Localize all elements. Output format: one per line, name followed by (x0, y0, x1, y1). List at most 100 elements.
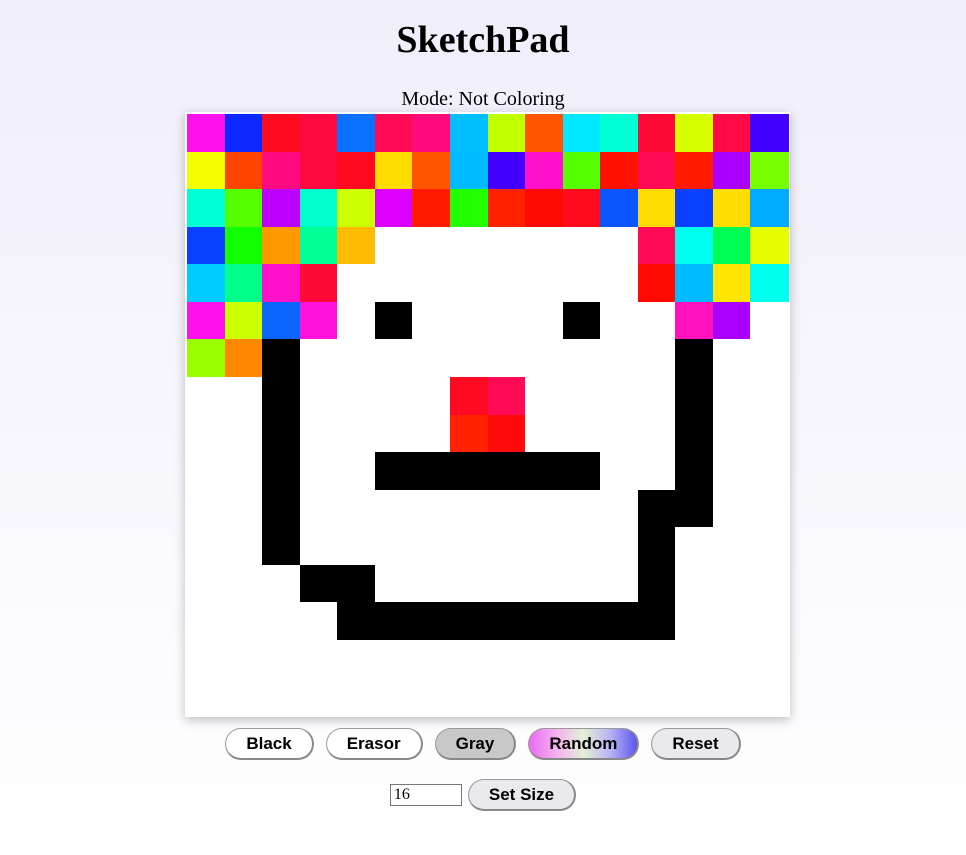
grid-cell[interactable] (374, 677, 413, 716)
grid-cell[interactable] (224, 639, 263, 679)
grid-cell[interactable] (750, 452, 789, 491)
grid-cell[interactable] (712, 414, 752, 453)
grid-cell[interactable] (262, 226, 301, 265)
grid-cell[interactable] (374, 452, 413, 491)
grid-cell[interactable] (525, 189, 564, 228)
grid-cell[interactable] (750, 639, 789, 679)
grid-cell[interactable] (412, 151, 451, 190)
grid-cell[interactable] (374, 151, 413, 190)
grid-cell[interactable] (187, 527, 226, 566)
grid-cell[interactable] (637, 376, 676, 416)
grid-cell[interactable] (675, 527, 714, 566)
grid-cell[interactable] (262, 151, 301, 190)
grid-cell[interactable] (675, 339, 714, 378)
grid-cell[interactable] (750, 264, 789, 303)
grid-cell[interactable] (299, 339, 338, 378)
grid-cell[interactable] (675, 489, 714, 528)
grid-cell[interactable] (412, 301, 451, 340)
grid-cell[interactable] (449, 602, 489, 641)
grid-cell[interactable] (487, 489, 526, 528)
grid-cell[interactable] (562, 151, 601, 190)
grid-cell[interactable] (562, 602, 601, 641)
grid-cell[interactable] (600, 564, 639, 603)
grid-cell[interactable] (562, 301, 601, 340)
grid-cell[interactable] (637, 414, 676, 453)
grid-cell[interactable] (299, 527, 338, 566)
grid-cell[interactable] (600, 114, 639, 153)
grid-cell[interactable] (374, 114, 413, 153)
grid-cell[interactable] (562, 339, 601, 378)
grid-cell[interactable] (637, 489, 676, 528)
grid-cell[interactable] (525, 602, 564, 641)
gray-button[interactable]: Gray (434, 728, 517, 760)
grid-cell[interactable] (525, 151, 564, 190)
grid-cell[interactable] (562, 189, 601, 228)
grid-cell[interactable] (187, 639, 226, 679)
grid-cell[interactable] (750, 301, 789, 340)
grid-cell[interactable] (412, 677, 451, 716)
grid-cell[interactable] (712, 527, 752, 566)
grid-cell[interactable] (562, 527, 601, 566)
grid-cell[interactable] (600, 489, 639, 528)
set-size-button[interactable]: Set Size (467, 779, 577, 811)
grid-cell[interactable] (525, 414, 564, 453)
grid-cell[interactable] (637, 452, 676, 491)
grid-cell[interactable] (750, 527, 789, 566)
grid-cell[interactable] (525, 489, 564, 528)
grid-cell[interactable] (187, 414, 226, 453)
grid-cell[interactable] (487, 226, 526, 265)
grid-cell[interactable] (262, 564, 301, 603)
grid-cell[interactable] (675, 376, 714, 416)
grid-cell[interactable] (562, 564, 601, 603)
grid-cell[interactable] (712, 376, 752, 416)
grid-cell[interactable] (374, 301, 413, 340)
grid-cell[interactable] (412, 189, 451, 228)
grid-cell[interactable] (449, 489, 489, 528)
grid-cell[interactable] (562, 414, 601, 453)
grid-cell[interactable] (712, 226, 752, 265)
grid-cell[interactable] (224, 376, 263, 416)
grid-cell[interactable] (412, 376, 451, 416)
grid-cell[interactable] (600, 414, 639, 453)
grid-cell[interactable] (262, 602, 301, 641)
grid-cell[interactable] (712, 564, 752, 603)
grid-cell[interactable] (337, 564, 376, 603)
grid-cell[interactable] (299, 564, 338, 603)
grid-cell[interactable] (637, 339, 676, 378)
grid-cell[interactable] (224, 264, 263, 303)
grid-cell[interactable] (750, 189, 789, 228)
grid-cell[interactable] (337, 339, 376, 378)
grid-cell[interactable] (712, 639, 752, 679)
grid-cell[interactable] (224, 602, 263, 641)
grid-cell[interactable] (675, 226, 714, 265)
grid-cell[interactable] (262, 114, 301, 153)
grid-cell[interactable] (262, 376, 301, 416)
grid-cell[interactable] (262, 414, 301, 453)
grid-cell[interactable] (262, 527, 301, 566)
grid-cell[interactable] (750, 677, 789, 716)
grid-cell[interactable] (299, 189, 338, 228)
grid-cell[interactable] (750, 602, 789, 641)
grid-cell[interactable] (412, 489, 451, 528)
grid-cell[interactable] (449, 226, 489, 265)
grid-cell[interactable] (712, 264, 752, 303)
grid-cell[interactable] (337, 639, 376, 679)
grid-cell[interactable] (600, 639, 639, 679)
grid-cell[interactable] (187, 151, 226, 190)
grid-cell[interactable] (562, 452, 601, 491)
grid-cell[interactable] (412, 114, 451, 153)
grid-cell[interactable] (337, 677, 376, 716)
grid-cell[interactable] (487, 264, 526, 303)
grid-cell[interactable] (675, 602, 714, 641)
grid-cell[interactable] (187, 114, 226, 153)
grid-cell[interactable] (299, 376, 338, 416)
grid-cell[interactable] (412, 339, 451, 378)
grid-cell[interactable] (487, 639, 526, 679)
grid-cell[interactable] (750, 114, 789, 153)
grid-cell[interactable] (374, 489, 413, 528)
grid-cell[interactable] (412, 527, 451, 566)
grid-cell[interactable] (600, 452, 639, 491)
grid-cell[interactable] (712, 301, 752, 340)
erasor-button[interactable]: Erasor (325, 728, 423, 760)
grid-cell[interactable] (224, 151, 263, 190)
